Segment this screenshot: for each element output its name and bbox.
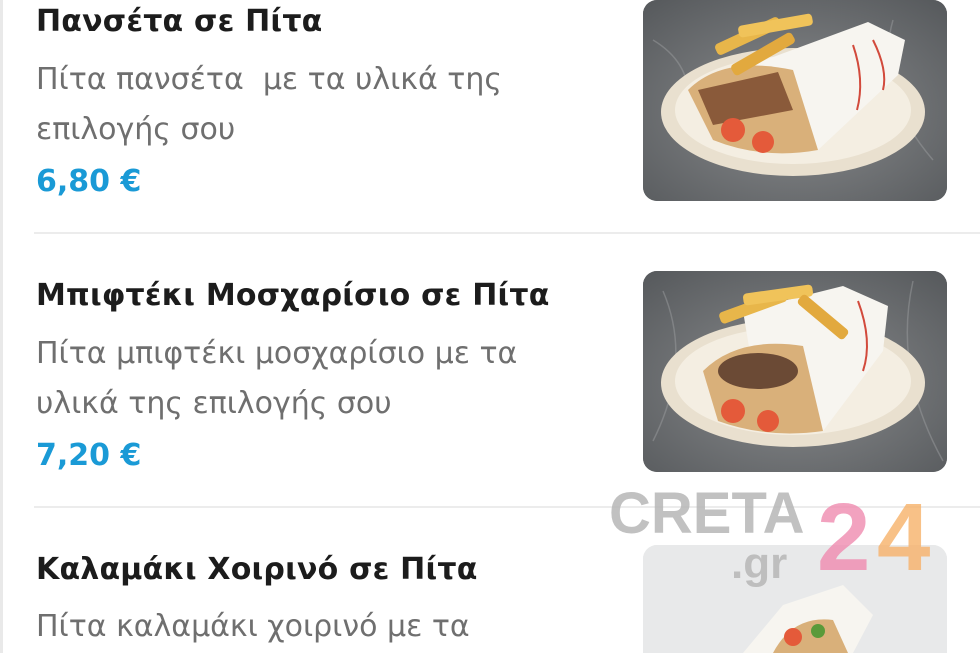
item-price: 6,80 € (36, 164, 142, 199)
item-title: Μπιφτέκι Μοσχαρίσιο σε Πίτα (36, 278, 550, 313)
svg-text:CRETA: CRETA (609, 481, 804, 546)
item-description: Πίτα μπιφτέκι μοσχαρίσιο με τα υλικά της… (36, 336, 527, 421)
item-title: Καλαμάκι Χοιρινό σε Πίτα (36, 552, 478, 587)
item-description: Πίτα καλαμάκι χοιρινό με τα (36, 609, 470, 644)
item-description: Πίτα πανσέτα με τα υλικά της επιλογής σο… (36, 62, 512, 147)
svg-text:.gr: .gr (731, 539, 787, 588)
item-price: 7,20 € (36, 438, 142, 473)
item-photo[interactable] (643, 0, 947, 201)
svg-text:2: 2 (817, 484, 870, 591)
item-title: Πανσέτα σε Πίτα (36, 4, 323, 39)
item-photo[interactable] (643, 271, 947, 472)
menu-item[interactable]: Πανσέτα σε Πίτα Πίτα πανσέτα με τα υλικά… (0, 0, 980, 232)
svg-text:4: 4 (877, 484, 930, 591)
menu-item[interactable]: Μπιφτέκι Μοσχαρίσιο σε Πίτα Πίτα μπιφτέκ… (0, 234, 980, 506)
creta24-watermark-logo: CRETA .gr 2 4 (609, 481, 930, 591)
